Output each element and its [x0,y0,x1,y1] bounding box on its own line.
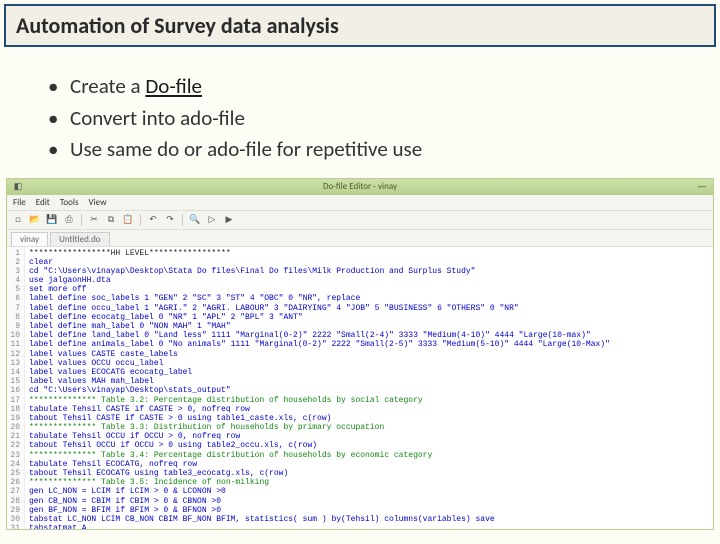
code-area[interactable]: 1 2 3 4 5 6 7 8 9 10 11 12 13 14 15 16 1… [7,247,713,529]
toolbar-sep [182,214,183,226]
cut-icon[interactable]: ✂ [87,213,101,227]
bullet-2: Convert into ado-file [48,103,720,135]
run-sel-icon[interactable]: ▶ [222,213,236,227]
tab-vinay[interactable]: vinay [11,232,48,246]
find-icon[interactable]: 🔍 [188,213,202,227]
toolbar: □ 📂 💾 ⎙ ✂ ⧉ 📋 ↶ ↷ 🔍 ▷ ▶ [7,211,713,230]
minimize-icon[interactable]: — [697,180,707,193]
tab-untitled[interactable]: Untitled.do [50,232,109,246]
menu-view[interactable]: View [89,197,107,208]
app-icon: ◧ [11,180,25,194]
window-titlebar: ◧ Do-file Editor - vinay — [7,179,713,195]
bullet-1: Create a Do-file [48,71,720,103]
paste-icon[interactable]: 📋 [121,213,135,227]
save-icon[interactable]: 💾 [45,213,59,227]
print-icon[interactable]: ⎙ [62,213,76,227]
open-icon[interactable]: 📂 [28,213,42,227]
bullet-list: Create a Do-file Convert into ado-file U… [48,71,720,166]
menu-bar: File Edit Tools View [7,195,713,211]
copy-icon[interactable]: ⧉ [104,213,118,227]
toolbar-sep [81,214,82,226]
undo-icon[interactable]: ↶ [146,213,160,227]
toolbar-sep [140,214,141,226]
bullet-3: Use same do or ado-file for repetitive u… [48,134,720,166]
menu-file[interactable]: File [13,197,26,208]
menu-tools[interactable]: Tools [60,197,79,208]
run-icon[interactable]: ▷ [205,213,219,227]
do-file-link[interactable]: Do-file [145,73,202,99]
redo-icon[interactable]: ↷ [163,213,177,227]
slide-title-bar: Automation of Survey data analysis [4,4,716,47]
menu-edit[interactable]: Edit [36,197,50,208]
line-gutter: 1 2 3 4 5 6 7 8 9 10 11 12 13 14 15 16 1… [7,247,25,529]
slide-title: Automation of Survey data analysis [16,12,704,39]
code-content[interactable]: *****************HH LEVEL***************… [25,247,614,529]
tab-bar: vinay Untitled.do [7,230,713,247]
new-icon[interactable]: □ [11,213,25,227]
dofile-editor-window: ◧ Do-file Editor - vinay — File Edit Too… [6,178,714,530]
window-title: Do-file Editor - vinay [323,181,397,192]
